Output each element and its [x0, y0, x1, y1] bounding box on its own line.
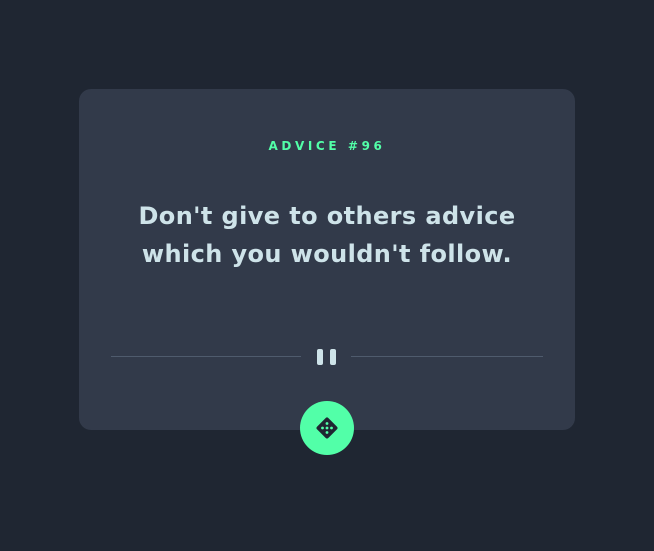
- advice-id-label: ADVICE #96: [268, 139, 386, 153]
- divider-line-right: [351, 356, 543, 357]
- pause-bar: [317, 349, 323, 365]
- pause-bar: [330, 349, 336, 365]
- divider-line-left: [111, 356, 301, 357]
- pause-icon: [317, 349, 337, 365]
- generate-advice-button[interactable]: [300, 401, 354, 455]
- advice-quote: Don't give to others advice which you wo…: [138, 202, 516, 268]
- dice-icon: [316, 417, 338, 439]
- pattern-divider: [111, 342, 543, 372]
- advice-card: ADVICE #96 Don't give to others advice w…: [79, 89, 575, 430]
